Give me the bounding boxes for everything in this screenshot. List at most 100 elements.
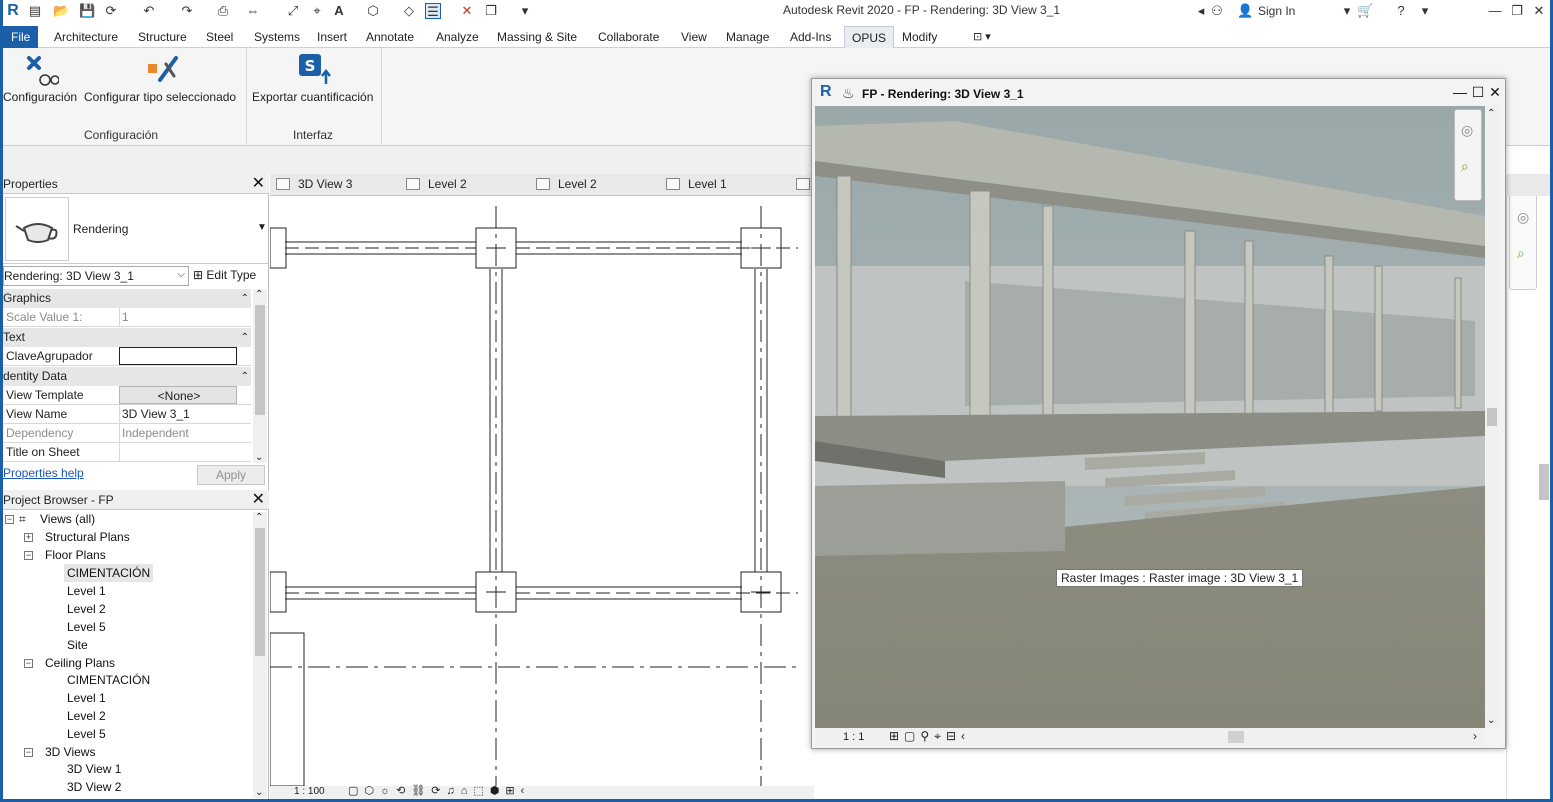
tree-structural-plans[interactable]: Structural Plans	[45, 530, 130, 544]
render-view-control-icons[interactable]: ⊞▢⚲⌖⊟‹	[889, 729, 970, 744]
tree-ceiling-level5[interactable]: Level 5	[67, 727, 106, 741]
tree-ceiling-level2[interactable]: Level 2	[67, 709, 106, 723]
drawing-canvas[interactable]	[269, 196, 814, 787]
tab-view[interactable]: View	[681, 26, 707, 48]
scroll-thumb[interactable]	[255, 305, 265, 415]
properties-close-icon[interactable]: ✕	[252, 174, 265, 194]
render-vertical-scrollbar[interactable]: ⌃ ⌄	[1485, 106, 1499, 728]
tree-floor-level1[interactable]: Level 1	[67, 584, 106, 598]
view-tab-3d-view-3[interactable]: 3D View 3	[276, 177, 352, 191]
redo-icon[interactable]: ↷	[179, 3, 195, 19]
collapse-icon[interactable]: ⌃	[241, 328, 249, 347]
info-center-icon[interactable]: ◂	[1193, 3, 1209, 19]
collapse-toggle-icon[interactable]: −	[24, 551, 33, 560]
prop-row-clave[interactable]: ClaveAgrupador	[3, 347, 251, 366]
thin-lines-icon[interactable]: ☰	[425, 3, 441, 19]
prop-row-viewname[interactable]: View Name 3D View 3_1	[3, 405, 251, 424]
tree-floor-cimentacion[interactable]: CIMENTACIÓN	[64, 564, 154, 582]
switch-windows-icon[interactable]: ❐	[483, 3, 499, 19]
tab-steel[interactable]: Steel	[206, 26, 233, 48]
section-icon[interactable]: ◇	[401, 3, 417, 19]
help-dropdown-icon[interactable]: ▾	[1417, 3, 1433, 19]
view-tab-level-2-ceiling[interactable]: Level 2	[536, 177, 597, 191]
tab-manage[interactable]: Manage	[726, 26, 769, 48]
view-tab-level-2[interactable]: Level 2	[406, 177, 467, 191]
view-scale[interactable]: 1 : 100	[294, 786, 325, 797]
prop-titlesheet-value[interactable]	[119, 443, 237, 461]
save-icon[interactable]: 💾	[79, 3, 95, 19]
tree-ceiling-cimentacion[interactable]: CIMENTACIÓN	[67, 673, 150, 687]
undo-icon[interactable]: ↶	[141, 3, 157, 19]
minimize-icon[interactable]: —	[1487, 3, 1503, 19]
sign-in-link[interactable]: Sign In	[1258, 4, 1295, 18]
scroll-up-icon[interactable]: ⌃	[255, 289, 263, 300]
prop-row-template[interactable]: View Template <None>	[3, 386, 251, 405]
tab-modify[interactable]: Modify	[902, 26, 937, 48]
view-control-icons[interactable]: ▢⬡☼⟲⛓⟳♫⌂⬚⬢⊞‹	[348, 784, 530, 797]
tree-3d-view-1[interactable]: 3D View 1	[67, 762, 121, 776]
3d-view-icon[interactable]: ⬡	[365, 3, 381, 19]
browser-scrollbar[interactable]: ⌃ ⌄	[253, 512, 267, 798]
render-navigation-bar[interactable]: ◎ ⌕	[1454, 109, 1482, 201]
tab-collaborate[interactable]: Collaborate	[598, 26, 659, 48]
scroll-up-icon[interactable]: ⌃	[1487, 108, 1495, 119]
tab-architecture[interactable]: Architecture	[54, 26, 118, 48]
cart-icon[interactable]: 🛒	[1357, 3, 1373, 19]
close-hidden-icon[interactable]: ✕	[459, 3, 475, 19]
collapse-toggle-icon[interactable]: −	[24, 748, 33, 757]
section-graphics[interactable]: Graphics ⌃	[3, 289, 251, 308]
user-icon[interactable]: 👤	[1237, 3, 1253, 19]
rendered-image[interactable]	[815, 106, 1485, 728]
steering-wheel-icon[interactable]: ◎	[1461, 122, 1473, 139]
tree-floor-plans[interactable]: Floor Plans	[45, 548, 106, 562]
prop-viewname-value[interactable]: 3D View 3_1	[119, 405, 237, 423]
tab-file[interactable]: File	[3, 26, 39, 48]
properties-scrollbar[interactable]: ⌃ ⌄	[253, 289, 267, 463]
exportar-icon[interactable]: S	[296, 52, 332, 86]
close-icon[interactable]: ✕	[1487, 83, 1503, 101]
prop-clave-value[interactable]	[119, 347, 237, 365]
section-identity[interactable]: dentity Data ⌃	[3, 367, 251, 386]
scroll-down-icon[interactable]: ⌄	[255, 787, 263, 798]
tab-systems[interactable]: Systems	[254, 26, 300, 48]
collapse-toggle-icon[interactable]: −	[24, 659, 33, 668]
tab-massing-site[interactable]: Massing & Site	[497, 26, 577, 48]
tree-floor-site[interactable]: Site	[67, 638, 88, 652]
view-tab-level-1[interactable]: Level 1	[666, 177, 727, 191]
instance-selector[interactable]: Rendering: 3D View 3_1 ⌵	[3, 266, 189, 286]
configurar-tipo-button[interactable]: Configurar tipo seleccionado	[84, 90, 236, 104]
configuracion-button[interactable]: Configuración	[3, 90, 77, 104]
type-dropdown-icon[interactable]: ▼	[257, 222, 267, 233]
scroll-thumb[interactable]	[1539, 464, 1549, 500]
render-scale[interactable]: 1 : 1	[843, 731, 864, 743]
scroll-thumb[interactable]	[255, 528, 265, 656]
configurar-tipo-icon[interactable]	[146, 52, 182, 86]
prop-scale-value[interactable]: 1	[119, 308, 237, 326]
collapse-icon[interactable]: ⌃	[241, 367, 249, 386]
tab-insert[interactable]: Insert	[317, 26, 347, 48]
configuracion-icon[interactable]	[25, 52, 59, 86]
revit-logo-icon[interactable]: R	[5, 3, 21, 19]
prop-row-dependency[interactable]: Dependency Independent	[3, 424, 251, 443]
navigation-bar[interactable]: ◎ ⌕	[1509, 194, 1537, 290]
apply-button[interactable]: Apply	[197, 465, 265, 485]
tab-structure[interactable]: Structure	[138, 26, 187, 48]
restore-icon[interactable]: ❐	[1509, 3, 1525, 19]
tree-ceiling-plans[interactable]: Ceiling Plans	[45, 656, 115, 670]
tag-icon[interactable]: ⌖	[309, 3, 325, 19]
horizontal-scroll-thumb[interactable]	[1228, 731, 1244, 743]
scroll-thumb[interactable]	[1487, 408, 1497, 426]
type-selector[interactable]: Rendering ▼	[3, 196, 269, 264]
tab-annotate[interactable]: Annotate	[366, 26, 414, 48]
properties-help-link[interactable]: Properties help	[3, 466, 84, 480]
tab-analyze[interactable]: Analyze	[436, 26, 479, 48]
open-icon[interactable]: 📂	[53, 3, 69, 19]
browser-close-icon[interactable]: ✕	[252, 490, 265, 510]
tab-add-ins[interactable]: Add-Ins	[790, 26, 831, 48]
tree-floor-level2[interactable]: Level 2	[67, 602, 106, 616]
help-icon[interactable]: ?	[1393, 3, 1409, 19]
steering-wheel-icon[interactable]: ◎	[1517, 209, 1529, 226]
section-text[interactable]: Text ⌃	[3, 328, 251, 347]
app-close-icon[interactable]: ✕	[1531, 3, 1547, 19]
collapse-icon[interactable]: ⌃	[241, 289, 249, 308]
